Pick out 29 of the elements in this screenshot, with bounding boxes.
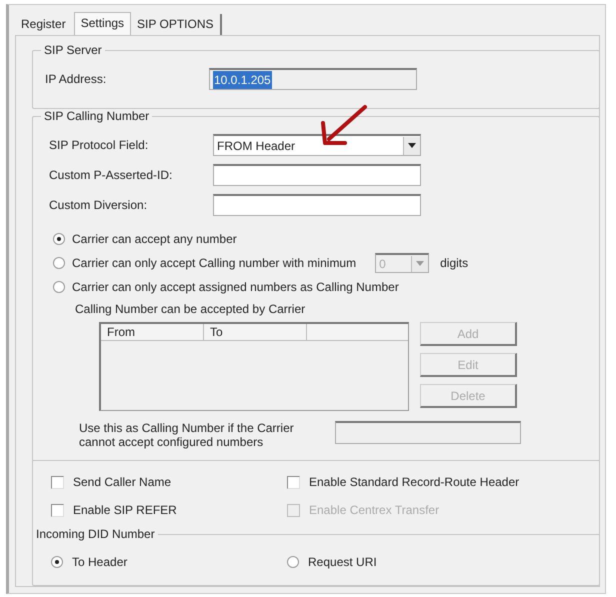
list-caption: Calling Number can be accepted by Carrier <box>75 302 306 316</box>
column-header[interactable]: From <box>101 324 204 340</box>
field-label: Custom P-Asserted-ID: <box>49 167 174 184</box>
text-field[interactable] <box>213 164 421 186</box>
tab[interactable]: Register <box>15 14 74 35</box>
dropdown[interactable]: FROM Header <box>213 134 421 156</box>
ip-address-field[interactable]: 10.0.1.205 <box>209 68 417 90</box>
checkbox-option[interactable]: Enable SIP REFER <box>51 501 287 519</box>
checkbox-option[interactable]: Send Caller Name <box>51 473 287 491</box>
group-title: Incoming DID Number <box>33 527 158 541</box>
field-label: SIP Protocol Field: <box>49 137 150 154</box>
dropdown-arrow-icon <box>416 261 424 266</box>
radio-option[interactable]: Carrier can only accept Calling number with minimum <box>53 254 356 272</box>
checkbox-option[interactable]: Enable Standard Record-Route Header <box>287 473 587 491</box>
field-label: IP Address: <box>45 71 108 88</box>
dropdown-arrow-icon <box>408 143 416 148</box>
number-list[interactable]: From To <box>99 322 409 411</box>
group-title: SIP Server <box>41 43 105 57</box>
tab[interactable]: Settings <box>74 12 132 35</box>
unit-label: digits <box>440 255 468 272</box>
radio-option[interactable]: To Header <box>51 553 287 571</box>
fallback-label: Use this as Calling Number if the Carrier cannot accept configured numbers <box>79 421 295 449</box>
radio-option[interactable]: Request URI <box>287 553 587 571</box>
radio-option[interactable]: Carrier can only accept assigned numbers as Calling Number <box>53 278 399 296</box>
group-title: SIP Calling Number <box>41 109 152 123</box>
text-field[interactable] <box>213 194 421 216</box>
column-header[interactable]: To <box>204 324 307 340</box>
field-label: Custom Diversion: <box>49 197 148 214</box>
radio-option[interactable]: Carrier can accept any number <box>53 230 237 248</box>
